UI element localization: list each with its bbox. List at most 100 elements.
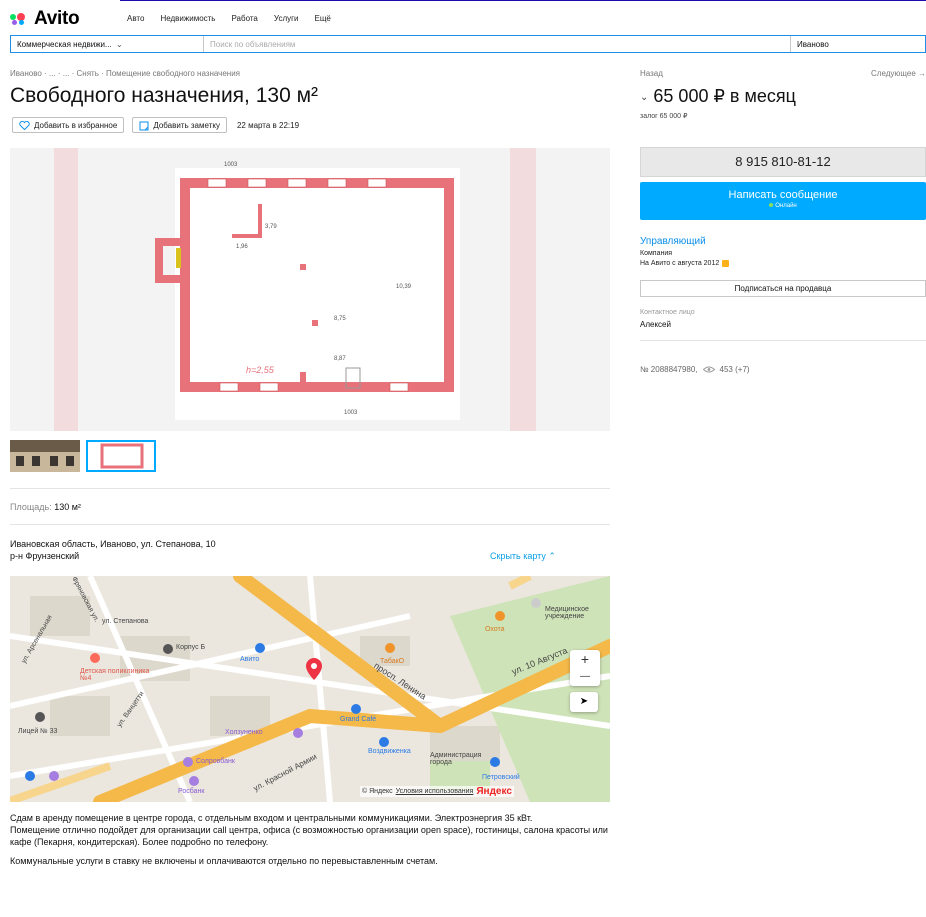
ad-number: № 2088847980, [640, 365, 698, 374]
map-label-avito: Авито [240, 656, 260, 663]
back-link[interactable]: Назад [640, 69, 663, 78]
district-text: р-н Фрунзенский [10, 551, 80, 561]
floorplan-dim-1: 3,79 [265, 224, 277, 230]
zoom-out-button[interactable]: — [570, 668, 600, 686]
city-select[interactable]: Иваново [791, 36, 925, 52]
map-label-vozdvizh: Воздвиженка [368, 748, 411, 755]
area-value: 130 м² [54, 502, 81, 512]
description-paragraph: Коммунальные услуги в ставку не включены… [10, 856, 438, 866]
map-zoom-control: + — [570, 650, 600, 686]
avito-logo-text: Avito [34, 8, 80, 29]
views-count: 453 (+7) [719, 365, 750, 374]
map-terms-link[interactable]: Условия использования [396, 788, 474, 795]
map-copyright: © Яндекс [362, 788, 393, 795]
category-select[interactable]: Коммерческая недвижи... ⌄ [11, 36, 204, 52]
map-label-medical: Медицинское учреждение [545, 606, 589, 620]
map-label-korpus: Корпус Б [176, 644, 206, 651]
deposit: залог 65 000 ₽ [640, 113, 688, 120]
seller-since: На Авито с августа 2012 [640, 260, 730, 267]
map-label-rosbank: Росбанк [178, 788, 205, 795]
divider [10, 524, 610, 525]
description-paragraph: Сдам в аренду помещение в центре города,… [10, 812, 610, 848]
map-label-okhta: Охота [485, 626, 505, 633]
subscribe-seller-button[interactable]: Подписаться на продавца [640, 280, 926, 297]
verified-badge-icon [722, 260, 730, 267]
avito-logo-icon [10, 13, 28, 25]
breadcrumb[interactable]: Иваново · ... · ... · Снять · Помещение … [10, 69, 240, 78]
thumbnail-photo[interactable] [10, 440, 80, 472]
nav-item-auto[interactable]: Авто [127, 14, 144, 23]
map-label-grand: Grand Café [340, 716, 377, 723]
nav-item-jobs[interactable]: Работа [231, 14, 257, 23]
map-label-lyceum: Лицей № 33 [18, 728, 58, 735]
locate-icon[interactable]: ➤ [570, 692, 598, 712]
chevron-down-icon[interactable]: ⌄ [640, 92, 648, 103]
yandex-logo[interactable]: Яндекс [476, 786, 512, 797]
contact-person-name: Алексей [640, 320, 671, 329]
thumbnail-floorplan[interactable] [86, 440, 156, 472]
message-label: Написать сообщение [728, 189, 838, 201]
avito-logo[interactable]: Avito [10, 8, 80, 30]
listing-description: Сдам в аренду помещение в центре города,… [10, 812, 610, 874]
online-dot-icon [769, 203, 774, 207]
description-text-2: Помещение отлично подойдет для организац… [10, 825, 608, 847]
show-phone-button[interactable]: 8 915 810-81-12 [640, 147, 926, 177]
note-icon [139, 121, 149, 131]
address-block: Ивановская область, Иваново, ул. Степано… [10, 538, 216, 562]
description-text-1: Сдам в аренду помещение в центре города,… [10, 813, 533, 823]
seller-name-link[interactable]: Управляющий [640, 236, 706, 247]
price-value: 65 000 ₽ в месяц [653, 86, 796, 106]
floorplan-dim-3: 8,75 [334, 316, 346, 322]
zoom-in-button[interactable]: + [570, 650, 600, 668]
next-link[interactable]: Следующее → [871, 69, 926, 78]
divider [10, 488, 610, 489]
favorite-label: Добавить в избранное [34, 121, 118, 130]
add-to-favorites-button[interactable]: Добавить в избранное [12, 117, 125, 133]
price: ⌄ 65 000 ₽ в месяц [640, 86, 796, 107]
listing-date: 22 марта в 22:19 [236, 120, 300, 130]
contact-person-label: Контактное лицо [640, 309, 695, 316]
floorplan-thumb [88, 442, 154, 470]
map-attribution: © Яндекс Условия использования Яндекс [360, 786, 514, 797]
map-label-kholzunov: Холзуненко [225, 729, 263, 736]
top-nav: Авто Недвижимость Работа Услуги Ещё [127, 14, 331, 23]
hide-map-link[interactable]: Скрыть карту ⌃ [490, 551, 556, 562]
write-message-button[interactable]: Написать сообщение Онлайн [640, 182, 926, 220]
search-input[interactable]: Поиск по объявлениям [204, 36, 791, 52]
address-text: Ивановская область, Иваново, ул. Степано… [10, 539, 216, 549]
map-label-stepanova: ул. Степанова [102, 618, 149, 625]
top-link-line [120, 0, 926, 4]
yandex-map[interactable]: ул. Степанова Корпус Б Авито Детская пол… [10, 576, 610, 802]
add-note-button[interactable]: Добавить заметку [132, 117, 227, 133]
floorplan-dim-5: 10,39 [396, 284, 412, 290]
floorplan-label-bottom: 1003 [344, 410, 358, 416]
listing-pager: Назад Следующее → [640, 69, 926, 78]
building-photo-thumb [10, 440, 80, 472]
online-label: Онлайн [775, 203, 797, 209]
chevron-down-icon: ⌄ [115, 40, 123, 49]
floorplan-height: h=2,55 [246, 365, 275, 375]
listing-actions: Добавить в избранное Добавить заметку 22… [12, 117, 299, 133]
note-label: Добавить заметку [153, 121, 220, 130]
area-param: Площадь: 130 м² [10, 502, 81, 512]
map-label-admin: Администрация города [430, 752, 482, 766]
photo-gallery[interactable]: 1003 1003 3,79 1,96 8,75 8,87 10,39 h=2,… [10, 148, 610, 431]
floorplan-label-top: 1003 [224, 162, 238, 168]
nav-item-realty[interactable]: Недвижимость [160, 14, 215, 23]
search-bar: Коммерческая недвижи... ⌄ Поиск по объяв… [10, 35, 926, 53]
seller-type: Компания [640, 250, 673, 257]
floorplan-image: 1003 1003 3,79 1,96 8,75 8,87 10,39 h=2,… [10, 148, 610, 431]
category-value: Коммерческая недвижи... [17, 40, 112, 49]
map-label-tolrobank: Солровбанк [196, 758, 235, 765]
nav-item-services[interactable]: Услуги [274, 14, 299, 23]
online-status: Онлайн [640, 203, 926, 209]
listing-stats: № 2088847980, 453 (+7) [640, 365, 750, 374]
heart-icon [19, 121, 30, 130]
eye-icon [702, 366, 715, 373]
map-canvas [10, 576, 610, 802]
seller-since-text: На Авито с августа 2012 [640, 260, 720, 267]
nav-item-more[interactable]: Ещё [315, 14, 331, 23]
thumbnail-strip [10, 440, 156, 472]
map-label-child-poly: Детская поликлиника №4 [80, 668, 150, 682]
floorplan-dim-4: 8,87 [334, 356, 346, 362]
